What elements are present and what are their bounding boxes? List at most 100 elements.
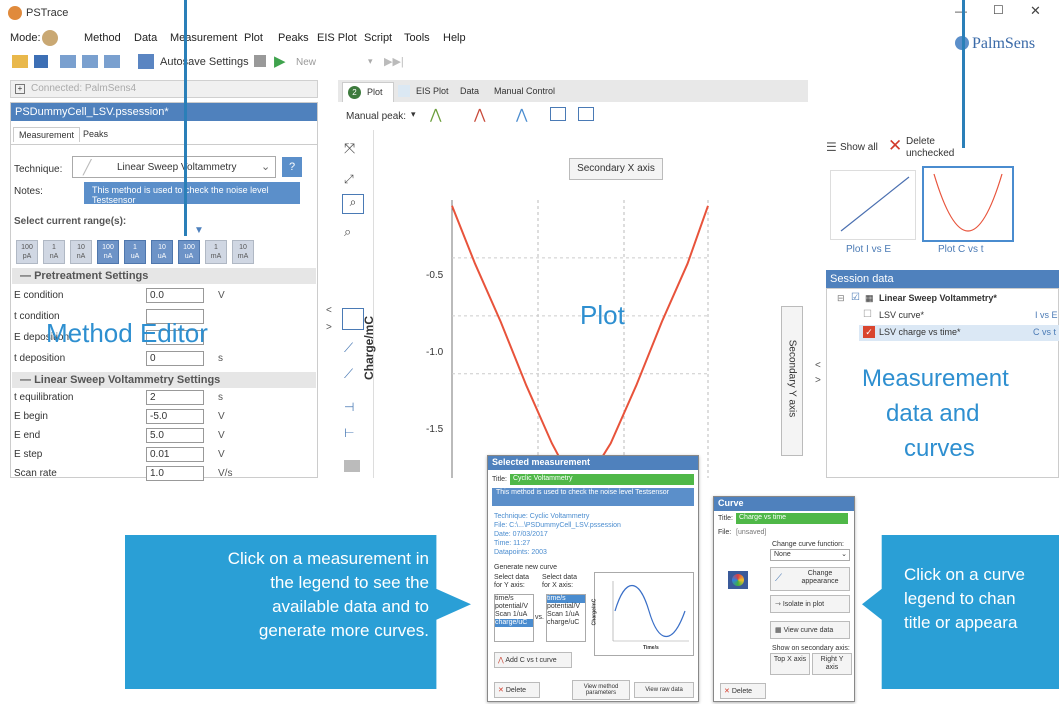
menu-script[interactable]: Script [364,32,392,44]
list-item[interactable]: charge/uC [547,619,585,627]
mode-selector-icon[interactable] [42,30,58,46]
show-all-button[interactable]: Show all [840,142,878,153]
delete-unchecked-line2[interactable]: unchecked [906,148,954,159]
add-curve-button[interactable]: ⋀ Add C vs t curve [494,652,572,668]
color-wheel-icon[interactable] [728,571,748,589]
peak-table-icon[interactable] [550,107,566,121]
notes-field[interactable]: This method is used to check the noise l… [84,182,300,204]
expand-right-icon[interactable]: > [326,322,332,333]
lsv-section[interactable]: — Linear Sweep Voltammetry Settings [12,372,316,388]
field-input[interactable]: -5.0 [146,409,204,424]
current-range-button[interactable]: 100 uA [178,240,200,264]
zoom-xy-icon[interactable]: ⤢ [344,172,354,187]
autosave-icon[interactable] [138,54,154,69]
top-x-axis-button[interactable]: Top X axis [770,653,810,675]
list-item[interactable]: potential/V [547,603,585,611]
thumb-plot-c-vs-t[interactable] [922,166,1014,242]
x-axis-list[interactable]: time/s potential/V Scan 1/uA charge/uC [546,594,586,642]
autosave-label[interactable]: Autosave Settings [160,56,249,68]
skip-icon[interactable]: ▶▶| [384,55,404,68]
thumb-label[interactable]: Plot I vs E [846,244,891,255]
peak-baseline-icon[interactable]: ⋀ [516,106,527,123]
curve-icon[interactable]: ⟋ [344,340,353,356]
expand-right-icon[interactable]: > [815,375,821,386]
curve-title-input[interactable]: Charge vs time [736,513,848,524]
curve-item-name[interactable]: LSV curve* [879,310,924,320]
connection-toggle-icon[interactable]: + [15,84,25,94]
technique-select[interactable]: ╱ Linear Sweep Voltammetry ⌄ [72,156,276,178]
help-button[interactable]: ? [282,157,302,177]
y-axis-list[interactable]: time/s potential/V Scan 1/uA charge/uC [494,594,534,642]
new-label[interactable]: New [296,57,316,68]
menu-peaks[interactable]: Peaks [278,32,309,44]
checkbox-checked-icon[interactable]: ☑ [851,292,860,303]
load-data-icon[interactable] [104,55,120,68]
dropdown-arrow-icon[interactable]: ▾ [368,56,373,67]
thumb-label[interactable]: Plot C vs t [938,244,984,255]
checkbox-icon[interactable]: ☐ [863,309,872,320]
menu-data[interactable]: Data [134,32,157,44]
auto-scale-icon[interactable] [342,308,364,330]
menu-method[interactable]: Method [84,32,121,44]
current-range-button[interactable]: 1 uA [124,240,146,264]
list-item[interactable]: time/s [495,595,533,603]
thumb-plot-i-vs-e[interactable] [830,170,916,240]
view-method-button[interactable]: View method parameters [572,680,630,700]
menu-eis-plot[interactable]: EIS Plot [317,32,357,44]
change-appearance-button[interactable]: ⟋ Change appearance [770,567,850,591]
save-icon[interactable] [34,55,48,68]
open-data-icon[interactable] [60,55,76,68]
current-range-button[interactable]: 100 nA [97,240,119,264]
view-raw-data-button[interactable]: View raw data [634,682,694,698]
smooth-icon[interactable]: ⟋ [344,366,353,382]
current-range-button[interactable]: 10 uA [151,240,173,264]
session-root[interactable]: Linear Sweep Voltammetry* [879,293,997,303]
chevron-down-icon[interactable]: ▾ [411,109,416,120]
tab-manual-control[interactable]: Manual Control [494,86,555,96]
peak-add-icon[interactable]: ⋀ [430,106,441,123]
collapse-left-icon[interactable]: < [326,305,332,316]
current-range-button[interactable]: 1 mA [205,240,227,264]
menu-help[interactable]: Help [443,32,466,44]
tab-measurement[interactable]: Measurement [13,127,81,142]
maximize-icon[interactable]: ☐ [993,3,1004,17]
menu-plot[interactable]: Plot [244,32,263,44]
stop-icon[interactable] [254,55,266,67]
delete-curve-button[interactable]: ✕ Delete [720,683,766,699]
measurement-notes[interactable]: This method is used to check the noise l… [492,488,694,506]
secondary-y-axis-button[interactable]: Secondary Y axis [781,306,803,456]
checkbox-checked-red-icon[interactable]: ✓ [863,326,875,338]
field-input[interactable]: 1.0 [146,466,204,481]
collapse-left-icon[interactable]: < [815,360,821,371]
list-item[interactable]: Scan 1/uA [547,611,585,619]
tree-selected-row[interactable]: ✓ LSV charge vs time* C vs t [859,325,1059,341]
show-all-icon[interactable]: ☰ [826,140,837,154]
zoom-fit-icon[interactable]: ⤧ [344,140,355,157]
menu-tools[interactable]: Tools [404,32,430,44]
tab-eis-plot[interactable]: EIS Plot [416,86,449,96]
tab-peaks[interactable]: Peaks [83,129,108,139]
save-data-icon[interactable] [82,55,98,68]
delete-unchecked-line1[interactable]: Delete [906,136,935,147]
list-item-selected[interactable]: charge/uC [495,619,533,627]
open-folder-icon[interactable] [12,55,28,68]
field-input[interactable]: 0 [146,351,204,366]
peak-report-icon[interactable] [578,107,594,121]
isolate-button[interactable]: ⇾ Isolate in plot [770,595,850,613]
field-input[interactable]: 2 [146,390,204,405]
tab-plot[interactable]: 2 Plot [342,82,394,102]
field-input[interactable]: 0.0 [146,288,204,303]
axis-x-icon[interactable]: ⊣ [344,400,354,414]
current-range-button[interactable]: 1 nA [43,240,65,264]
zoom-icon[interactable]: ⌕ [342,194,364,214]
minimize-icon[interactable]: — [955,4,967,18]
run-icon[interactable]: ▶ [274,52,286,70]
current-range-button[interactable]: 10 mA [232,240,254,264]
delete-icon[interactable]: ✕ [888,136,902,156]
axis-y-icon[interactable]: ⊢ [344,426,354,440]
delete-measurement-button[interactable]: ✕ Delete [494,682,540,698]
field-input[interactable]: 0.01 [146,447,204,462]
tree-expand-icon[interactable]: ⊟ [837,293,845,304]
tab-data[interactable]: Data [460,86,479,96]
zoom-select-icon[interactable]: ⌕ [344,224,351,240]
